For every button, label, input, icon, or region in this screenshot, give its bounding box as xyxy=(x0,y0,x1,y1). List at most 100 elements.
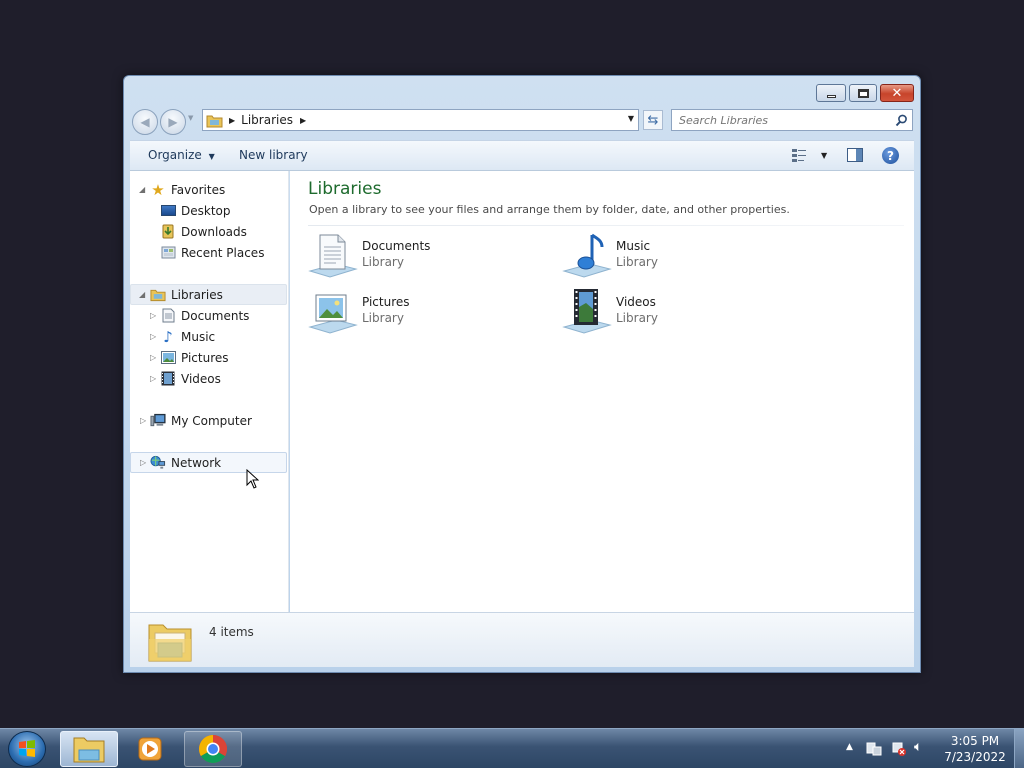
recent-pages-dropdown[interactable]: ▼ xyxy=(188,114,193,122)
content-pane: Libraries Open a library to see your fil… xyxy=(290,171,914,612)
library-name: Videos xyxy=(616,295,656,309)
nav-libraries-label: Libraries xyxy=(171,287,223,302)
back-arrow-icon: ◀ xyxy=(140,115,150,129)
breadcrumb-separator-icon: ▶ xyxy=(229,115,236,125)
taskbar-explorer-button[interactable] xyxy=(60,731,118,767)
maximize-icon xyxy=(857,88,869,98)
library-name: Pictures xyxy=(362,295,410,309)
item-count: 4 items xyxy=(209,625,254,639)
start-button[interactable] xyxy=(8,731,46,767)
expand-arrow-icon[interactable]: ▷ xyxy=(150,311,156,320)
forward-button[interactable]: ▶ xyxy=(160,109,186,135)
close-icon: ✕ xyxy=(891,85,903,101)
collapse-arrow-icon[interactable]: ◢ xyxy=(139,185,145,194)
nav-item-music[interactable]: ▷ ♪ Music xyxy=(130,326,287,347)
nav-item-desktop[interactable]: Desktop xyxy=(130,200,287,221)
nav-libraries[interactable]: ◢ Libraries xyxy=(130,284,287,305)
desktop-icon xyxy=(160,203,176,219)
clock-time: 3:05 PM xyxy=(950,734,1000,748)
nav-item-label: Music xyxy=(181,329,216,344)
details-pane: 4 items xyxy=(130,612,914,667)
close-button[interactable]: ✕ xyxy=(880,84,914,102)
mouse-cursor-icon xyxy=(246,469,259,489)
preview-pane-button[interactable] xyxy=(847,148,863,165)
help-button[interactable]: ? xyxy=(882,147,899,164)
expand-arrow-icon[interactable]: ▷ xyxy=(150,374,156,383)
search-icon xyxy=(895,114,907,127)
star-icon: ★ xyxy=(151,180,165,199)
help-icon: ? xyxy=(887,148,894,163)
library-music[interactable]: Music Library xyxy=(562,231,802,283)
nav-item-recent-places[interactable]: Recent Places xyxy=(130,242,287,263)
libraries-folder-icon xyxy=(148,624,192,662)
recent-places-icon xyxy=(160,245,176,261)
start-orb-icon xyxy=(19,740,35,757)
expand-arrow-icon[interactable]: ▷ xyxy=(150,332,156,341)
change-view-button[interactable]: ▼ xyxy=(791,148,827,163)
organize-label: Organize xyxy=(148,148,202,162)
maximize-button[interactable] xyxy=(849,84,877,102)
nav-my-computer[interactable]: ▷ My Computer xyxy=(130,410,287,431)
clock[interactable]: 3:05 PM 7/23/2022 xyxy=(940,733,1010,765)
forward-arrow-icon: ▶ xyxy=(168,115,178,129)
nav-item-videos[interactable]: ▷ Videos xyxy=(130,368,287,389)
music-icon: ♪ xyxy=(163,327,173,346)
videos-icon xyxy=(562,289,612,334)
folder-icon xyxy=(73,737,105,763)
address-dropdown-button[interactable]: ▼ xyxy=(628,114,634,123)
library-type: Library xyxy=(616,311,658,325)
volume-icon[interactable]: 🔈︎ xyxy=(914,739,922,755)
nav-item-label: Desktop xyxy=(181,203,231,218)
breadcrumb-chevron-icon[interactable]: ▶ xyxy=(300,116,306,125)
chrome-icon xyxy=(199,735,227,763)
search-input[interactable] xyxy=(679,113,889,127)
nav-item-label: Pictures xyxy=(181,350,229,365)
page-subtitle: Open a library to see your files and arr… xyxy=(309,203,790,216)
action-center-icon[interactable] xyxy=(866,741,882,757)
nav-item-label: Videos xyxy=(181,371,221,386)
nav-item-label: Recent Places xyxy=(181,245,265,260)
documents-icon xyxy=(308,234,358,278)
library-videos[interactable]: Videos Library xyxy=(562,287,802,339)
library-type: Library xyxy=(362,311,404,325)
refresh-button[interactable]: ⇆ xyxy=(643,110,663,130)
library-pictures[interactable]: Pictures Library xyxy=(308,287,548,339)
explorer-window: ✕ ◀ ▶ ▼ ▶ Libraries ▶ ▼ ⇆ Organize ▼ New… xyxy=(123,75,921,673)
library-name: Music xyxy=(616,239,651,253)
show-desktop-button[interactable] xyxy=(1014,729,1024,768)
breadcrumb-libraries[interactable]: Libraries xyxy=(241,113,293,127)
network-icon xyxy=(150,455,166,471)
taskbar-media-player-button[interactable] xyxy=(122,731,180,767)
new-library-button[interactable]: New library xyxy=(239,148,308,162)
organize-button[interactable]: Organize ▼ xyxy=(148,148,215,162)
library-documents[interactable]: Documents Library xyxy=(308,231,548,283)
library-type: Library xyxy=(616,255,658,269)
network-status-icon[interactable] xyxy=(891,741,907,757)
taskbar-chrome-button[interactable] xyxy=(184,731,242,767)
nav-my-computer-label: My Computer xyxy=(171,413,252,428)
nav-item-label: Documents xyxy=(181,308,250,323)
nav-item-pictures[interactable]: ▷ Pictures xyxy=(130,347,287,368)
expand-arrow-icon[interactable]: ▷ xyxy=(150,353,156,362)
page-title: Libraries xyxy=(308,179,382,199)
collapse-arrow-icon[interactable]: ◢ xyxy=(139,290,145,299)
view-dropdown-icon[interactable]: ▼ xyxy=(821,151,827,160)
nav-item-documents[interactable]: ▷ Documents xyxy=(130,305,287,326)
search-box[interactable] xyxy=(671,109,913,131)
view-options-icon xyxy=(792,149,806,162)
nav-favorites[interactable]: ◢ ★ Favorites xyxy=(130,179,287,200)
computer-icon xyxy=(150,413,166,429)
downloads-icon xyxy=(160,224,176,240)
minimize-button[interactable] xyxy=(816,84,846,102)
expand-arrow-icon[interactable]: ▷ xyxy=(140,458,146,467)
nav-item-downloads[interactable]: Downloads xyxy=(130,221,287,242)
back-button[interactable]: ◀ xyxy=(132,109,158,135)
nav-network[interactable]: ▷ Network xyxy=(130,452,287,473)
videos-icon xyxy=(160,371,176,387)
show-hidden-icons-button[interactable]: ▲ xyxy=(846,742,853,752)
address-bar[interactable]: ▶ Libraries ▶ ▼ xyxy=(202,109,639,131)
expand-arrow-icon[interactable]: ▷ xyxy=(140,416,146,425)
pictures-icon xyxy=(308,294,358,334)
media-player-icon xyxy=(138,737,162,761)
command-bar: Organize ▼ New library ▼ ? xyxy=(130,140,914,171)
